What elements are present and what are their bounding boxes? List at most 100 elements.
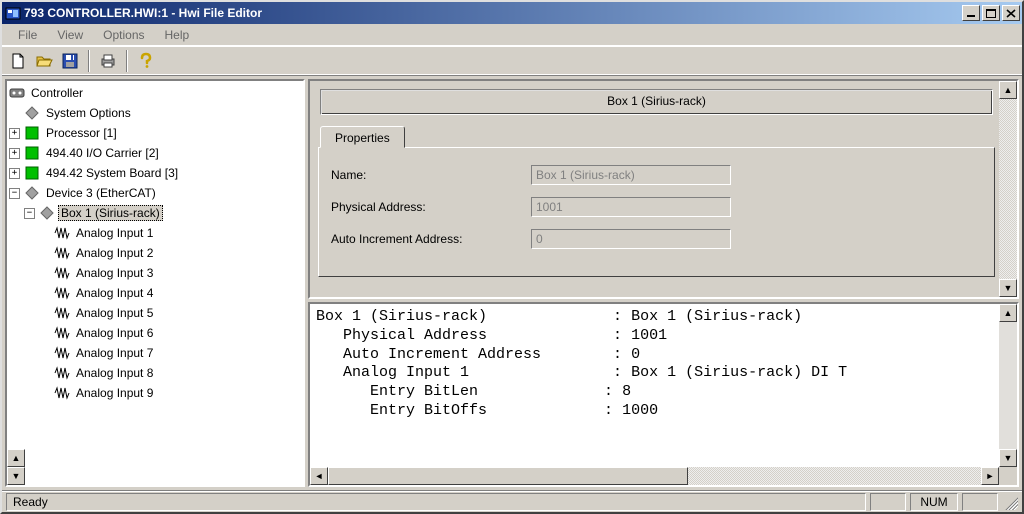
toolbar-separator <box>88 50 90 72</box>
tree-analog-input-8[interactable]: Analog Input 8 <box>9 363 303 383</box>
scroll-up-button[interactable]: ▲ <box>999 81 1017 99</box>
new-file-icon <box>9 52 27 70</box>
tree-vscrollbar[interactable]: ▲ ▼ <box>7 449 25 485</box>
tree-system-options[interactable]: System Options <box>9 103 303 123</box>
close-button[interactable] <box>1002 5 1020 21</box>
analog-wave-icon <box>54 225 70 241</box>
maximize-button[interactable] <box>982 5 1000 21</box>
module-icon <box>24 145 40 161</box>
tree-analog-input-9[interactable]: Analog Input 9 <box>9 383 303 403</box>
scroll-left-button[interactable]: ◄ <box>310 467 328 485</box>
output-hscrollbar[interactable]: ◄ ► <box>310 467 999 485</box>
output-text[interactable]: Box 1 (Sirius-rack) : Box 1 (Sirius-rack… <box>310 304 999 467</box>
tree-label: Analog Input 5 <box>73 305 156 321</box>
tree-analog-input-4[interactable]: Analog Input 4 <box>9 283 303 303</box>
open-button[interactable] <box>32 49 56 73</box>
tree-label: Analog Input 9 <box>73 385 156 401</box>
tab-properties[interactable]: Properties <box>320 126 405 148</box>
new-button[interactable] <box>6 49 30 73</box>
window-title: 793 CONTROLLER.HWI:1 - Hwi File Editor <box>24 6 960 20</box>
scroll-down-button[interactable]: ▼ <box>999 449 1017 467</box>
open-folder-icon <box>35 52 53 70</box>
tree-analog-input-6[interactable]: Analog Input 6 <box>9 323 303 343</box>
menu-file[interactable]: File <box>8 26 47 44</box>
tree-label: Processor [1] <box>43 125 120 141</box>
save-button[interactable] <box>58 49 82 73</box>
help-button[interactable] <box>134 49 158 73</box>
auto-increment-field[interactable]: 0 <box>531 229 731 249</box>
minimize-button[interactable] <box>962 5 980 21</box>
tree-analog-input-3[interactable]: Analog Input 3 <box>9 263 303 283</box>
diamond-icon <box>24 185 40 201</box>
status-ready: Ready <box>6 493 866 511</box>
tree-device-3[interactable]: − Device 3 (EtherCAT) <box>9 183 303 203</box>
menu-bar: File View Options Help <box>2 24 1022 46</box>
tree-label: Analog Input 3 <box>73 265 156 281</box>
name-field[interactable]: Box 1 (Sirius-rack) <box>531 165 731 185</box>
tree-label: Analog Input 2 <box>73 245 156 261</box>
tree-io-carrier[interactable]: + 494.40 I/O Carrier [2] <box>9 143 303 163</box>
output-line: Entry BitLen : 8 <box>316 383 631 400</box>
printer-icon <box>99 52 117 70</box>
tree-label: Analog Input 8 <box>73 365 156 381</box>
output-line: Analog Input 1 : Box 1 (Sirius-rack) DI … <box>316 364 847 381</box>
scrollbar-track[interactable] <box>999 99 1017 279</box>
props-vscrollbar[interactable]: ▲ ▼ <box>999 81 1017 297</box>
scrollbar-thumb[interactable] <box>328 467 688 485</box>
scroll-down-button[interactable]: ▼ <box>7 467 25 485</box>
status-pane-blank <box>870 493 906 511</box>
scroll-right-button[interactable]: ► <box>981 467 999 485</box>
tree-analog-input-2[interactable]: Analog Input 2 <box>9 243 303 263</box>
output-line: Physical Address : 1001 <box>316 327 667 344</box>
menu-view[interactable]: View <box>47 26 93 44</box>
app-window: 793 CONTROLLER.HWI:1 - Hwi File Editor F… <box>0 0 1024 514</box>
tree-label: Analog Input 7 <box>73 345 156 361</box>
auto-increment-label: Auto Increment Address: <box>331 232 531 246</box>
client-area: Controller System Options + Pr <box>2 76 1022 490</box>
expand-toggle[interactable]: + <box>9 128 20 139</box>
collapse-toggle[interactable]: − <box>9 188 20 199</box>
app-icon <box>5 5 21 21</box>
tree-label: Controller <box>28 85 86 101</box>
physical-address-field[interactable]: 1001 <box>531 197 731 217</box>
tree-label: System Options <box>43 105 134 121</box>
scrollbar-track[interactable] <box>688 467 981 485</box>
tree-analog-input-7[interactable]: Analog Input 7 <box>9 343 303 363</box>
menu-options[interactable]: Options <box>93 26 154 44</box>
print-button[interactable] <box>96 49 120 73</box>
scroll-up-button[interactable]: ▲ <box>7 449 25 467</box>
tree-body[interactable]: Controller System Options + Pr <box>7 81 303 449</box>
tree-label: 494.42 System Board [3] <box>43 165 181 181</box>
status-pane-blank-2 <box>962 493 998 511</box>
analog-wave-icon <box>54 325 70 341</box>
analog-wave-icon <box>54 365 70 381</box>
diamond-icon <box>24 105 40 121</box>
tree-processor[interactable]: + Processor [1] <box>9 123 303 143</box>
properties-panel: Box 1 (Sirius-rack) Properties Name: Box… <box>308 79 1019 299</box>
tree-analog-input-5[interactable]: Analog Input 5 <box>9 303 303 323</box>
scrollbar-track[interactable] <box>999 322 1017 449</box>
analog-wave-icon <box>54 285 70 301</box>
expand-toggle[interactable]: + <box>9 168 20 179</box>
resize-grip[interactable] <box>1002 494 1018 510</box>
tab-page: Name: Box 1 (Sirius-rack) Physical Addre… <box>318 147 995 277</box>
output-line: Entry BitOffs : 1000 <box>316 402 658 419</box>
tree-label: Device 3 (EtherCAT) <box>43 185 159 201</box>
group-title: Box 1 (Sirius-rack) <box>320 89 993 115</box>
tree-root-controller[interactable]: Controller <box>9 83 303 103</box>
tree-box-1[interactable]: − Box 1 (Sirius-rack) <box>9 203 303 223</box>
output-vscrollbar[interactable]: ▲ ▼ <box>999 304 1017 467</box>
save-floppy-icon <box>61 52 79 70</box>
tree-system-board[interactable]: + 494.42 System Board [3] <box>9 163 303 183</box>
collapse-toggle[interactable]: − <box>24 208 35 219</box>
analog-wave-icon <box>54 385 70 401</box>
analog-wave-icon <box>54 265 70 281</box>
module-icon <box>24 125 40 141</box>
scroll-up-button[interactable]: ▲ <box>999 304 1017 322</box>
tree-label: Analog Input 4 <box>73 285 156 301</box>
scroll-down-button[interactable]: ▼ <box>999 279 1017 297</box>
menu-help[interactable]: Help <box>155 26 200 44</box>
output-line: Auto Increment Address : 0 <box>316 346 640 363</box>
tree-analog-input-1[interactable]: Analog Input 1 <box>9 223 303 243</box>
expand-toggle[interactable]: + <box>9 148 20 159</box>
